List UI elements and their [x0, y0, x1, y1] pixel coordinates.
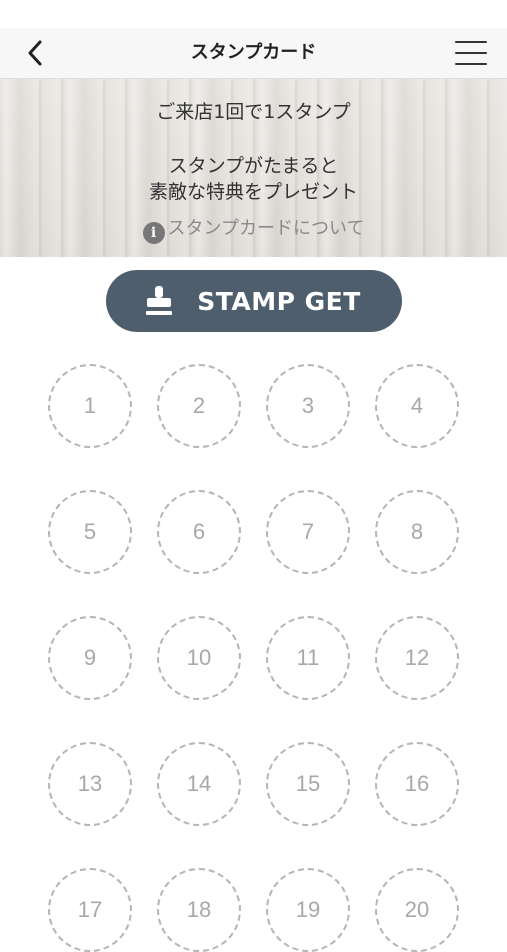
- stamp-slot: 12: [375, 616, 459, 700]
- stamp-slot: 1: [48, 364, 132, 448]
- about-stampcard-label: スタンプカードについて: [167, 218, 365, 239]
- stamp-slot: 6: [157, 490, 241, 574]
- stamp-slot: 17: [48, 868, 132, 952]
- menu-button[interactable]: [455, 38, 487, 68]
- chevron-left-icon: [28, 40, 42, 66]
- stamp-slot: 13: [48, 742, 132, 826]
- stamp-slot: 8: [375, 490, 459, 574]
- stamp-slot: 2: [157, 364, 241, 448]
- stamp-slot: 11: [266, 616, 350, 700]
- page-title: スタンプカード: [190, 42, 317, 63]
- hamburger-icon-bar: [455, 41, 487, 43]
- status-area: [0, 0, 507, 28]
- banner-benefit-text-1: スタンプがたまると: [168, 155, 339, 177]
- about-stampcard-link[interactable]: i スタンプカードについて: [0, 214, 507, 244]
- stamp-get-label: STAMP GET: [197, 286, 361, 316]
- stamp-slot: 4: [375, 364, 459, 448]
- stamp-get-button[interactable]: STAMP GET: [106, 270, 402, 332]
- stamp-slot: 14: [157, 742, 241, 826]
- stamp-slot: 5: [48, 490, 132, 574]
- stamp-slot: 9: [48, 616, 132, 700]
- info-banner: ご来店1回で1スタンプ スタンプがたまると 素敵な特典をプレゼント i スタンプカ…: [0, 79, 507, 257]
- hamburger-icon-bar: [455, 52, 487, 54]
- stamp-slot: 19: [266, 868, 350, 952]
- nav-bar: スタンプカード: [0, 28, 507, 79]
- banner-benefit-text-2: 素敵な特典をプレゼント: [148, 181, 358, 203]
- back-button[interactable]: [18, 36, 52, 70]
- stamp-slot: 7: [266, 490, 350, 574]
- hamburger-icon-bar: [455, 63, 487, 65]
- stamp-slot: 18: [157, 868, 241, 952]
- stamp-slot: 16: [375, 742, 459, 826]
- stamp-slot: 10: [157, 616, 241, 700]
- stamp-slot: 3: [266, 364, 350, 448]
- stamp-slot: 20: [375, 868, 459, 952]
- info-icon: i: [142, 222, 165, 244]
- stamp-icon: [146, 286, 173, 315]
- banner-rule-text: ご来店1回で1スタンプ: [156, 101, 351, 123]
- stamp-slot: 15: [266, 742, 350, 826]
